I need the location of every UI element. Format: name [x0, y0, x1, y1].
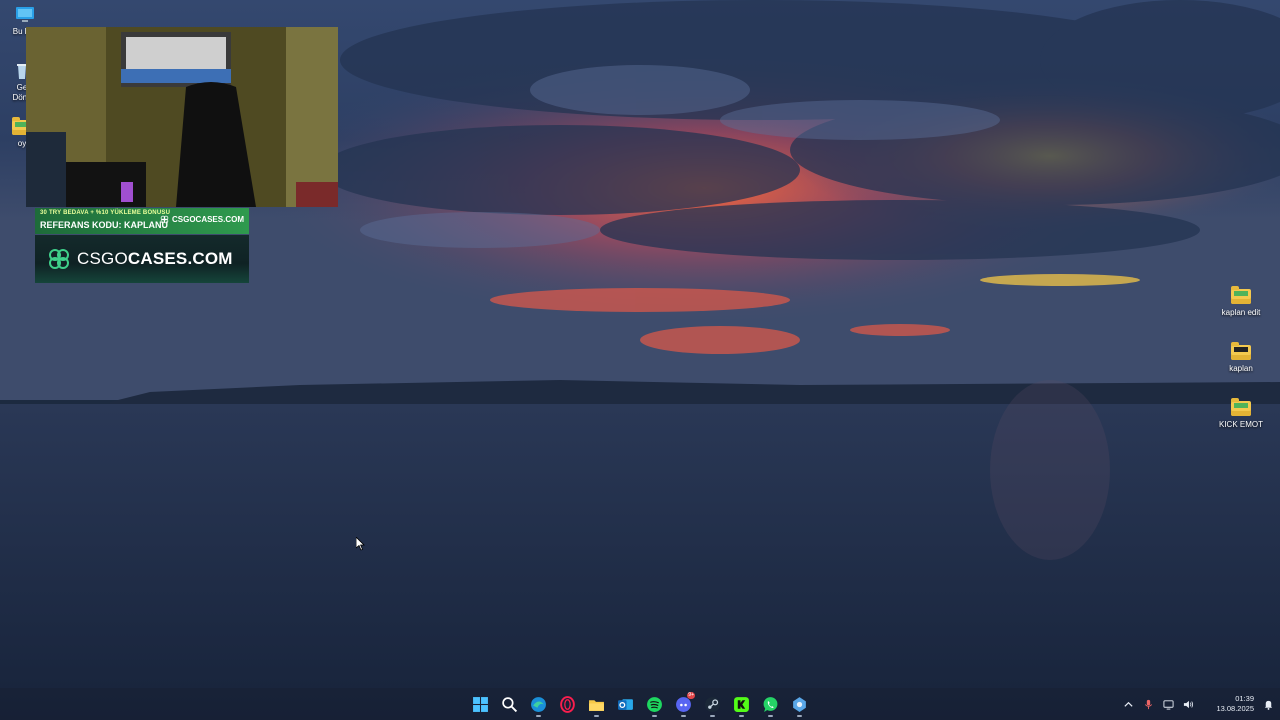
notification-badge: 9+	[687, 692, 695, 699]
gear-app-icon	[793, 696, 806, 712]
promo-brand-small: CSGOCASES.COM	[160, 215, 244, 224]
whatsapp-icon	[763, 696, 778, 712]
microphone-icon	[1144, 699, 1152, 709]
taskbar-clock[interactable]: 01:39 13.08.2025	[1202, 694, 1254, 714]
taskbar-edge[interactable]	[524, 688, 553, 720]
spotify-icon	[647, 696, 662, 712]
folder-icon	[1231, 398, 1251, 416]
running-indicator	[797, 715, 802, 717]
promo-brand-light: CSGO	[77, 249, 128, 268]
webcam-overlay	[26, 27, 338, 207]
taskbar-app-extra[interactable]	[785, 688, 814, 720]
taskbar: 9+ 01:39 13.08.2025	[0, 688, 1280, 720]
clover-icon	[160, 215, 169, 224]
running-indicator	[536, 715, 541, 717]
running-indicator	[710, 715, 715, 717]
mouse-cursor-icon	[356, 537, 365, 551]
opera-gx-icon	[560, 695, 575, 713]
system-tray: 01:39 13.08.2025	[1118, 688, 1280, 720]
taskbar-apps: 9+	[466, 688, 814, 720]
clover-icon	[49, 249, 69, 269]
promo-banner-top: 30 TRY BEDAVA + %10 YÜKLEME BONUSU REFER…	[35, 208, 249, 234]
tray-volume[interactable]	[1178, 699, 1198, 710]
folder-icon	[1231, 286, 1251, 304]
running-indicator	[652, 715, 657, 717]
taskbar-discord[interactable]: 9+	[669, 688, 698, 720]
taskbar-file-explorer[interactable]	[582, 688, 611, 720]
speaker-icon	[1183, 700, 1193, 708]
file-explorer-icon	[589, 699, 604, 711]
promo-referral-text: REFERANS KODU: KAPLANU	[40, 220, 168, 230]
search-button[interactable]	[495, 688, 524, 720]
chevron-up-icon	[1123, 701, 1133, 707]
tray-network[interactable]	[1158, 699, 1178, 710]
taskbar-outlook[interactable]	[611, 688, 640, 720]
taskbar-opera-gx[interactable]	[553, 688, 582, 720]
desktop-icon-kick-emot[interactable]: KICK EMOT	[1211, 398, 1271, 430]
steam-icon	[705, 696, 720, 712]
taskbar-whatsapp[interactable]	[756, 688, 785, 720]
promo-brand-bold: CASES.COM	[127, 249, 233, 268]
desktop-icon-kaplan-edit[interactable]: kaplan edit	[1211, 286, 1271, 318]
search-icon	[502, 696, 518, 712]
desktop-icon-label: KICK EMOT	[1218, 420, 1263, 429]
promo-banner-main: CSGOCASES.COM	[35, 235, 249, 283]
desktop-icon-label: kaplan edit	[1221, 308, 1261, 317]
tray-overflow-button[interactable]	[1118, 699, 1138, 710]
start-button[interactable]	[466, 688, 495, 720]
running-indicator	[594, 715, 599, 717]
this-pc-icon	[16, 7, 34, 22]
taskbar-kick[interactable]	[727, 688, 756, 720]
kick-icon	[734, 696, 749, 712]
desktop-icon-kaplan[interactable]: kaplan	[1211, 342, 1271, 374]
windows-start-icon	[473, 696, 488, 712]
taskbar-steam[interactable]	[698, 688, 727, 720]
clock-date: 13.08.2025	[1216, 704, 1254, 713]
running-indicator	[739, 715, 744, 717]
desktop-icon-label: oy	[17, 139, 27, 148]
outlook-icon	[618, 698, 633, 710]
promo-brand-small-text: CSGOCASES.COM	[171, 215, 244, 224]
promo-bonus-text: 30 TRY BEDAVA + %10 YÜKLEME BONUSU	[40, 210, 171, 216]
tray-microphone[interactable]	[1138, 699, 1158, 710]
taskbar-spotify[interactable]	[640, 688, 669, 720]
notifications-button[interactable]	[1260, 699, 1276, 710]
desktop-icon-label: kaplan	[1229, 364, 1253, 373]
running-indicator	[768, 715, 773, 717]
running-indicator	[681, 715, 686, 717]
network-icon	[1162, 699, 1174, 710]
promo-brand-name: CSGOCASES.COM	[77, 249, 233, 269]
bell-icon	[1264, 700, 1272, 710]
clock-time: 01:39	[1235, 694, 1254, 703]
edge-icon	[531, 696, 546, 712]
folder-icon	[1231, 342, 1251, 360]
